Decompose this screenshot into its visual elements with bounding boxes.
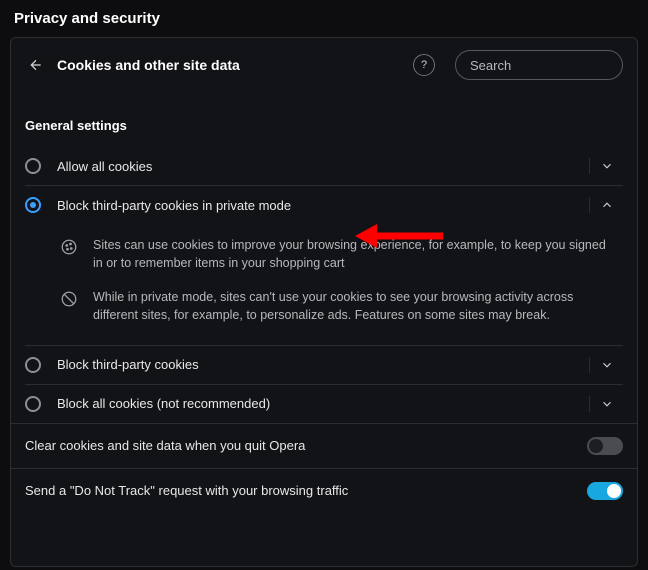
option-block-3p-private[interactable]: Block third-party cookies in private mod… [25,186,623,224]
option-detail: Sites can use cookies to improve your br… [25,224,623,346]
collapse-button[interactable] [589,197,623,213]
radio-allow-all[interactable] [25,158,41,174]
chevron-down-icon [600,159,614,173]
expand-button[interactable] [589,158,623,174]
option-label: Allow all cookies [57,159,581,174]
option-allow-all[interactable]: Allow all cookies [25,147,623,186]
back-button[interactable] [25,54,47,76]
option-label: Block all cookies (not recommended) [57,396,581,411]
chevron-down-icon [600,358,614,372]
option-label: Block third-party cookies in private mod… [57,198,581,213]
panel-title: Cookies and other site data [57,57,240,73]
help-icon: ? [421,59,427,71]
radio-block-all[interactable] [25,396,41,412]
detail-text: Sites can use cookies to improve your br… [93,236,619,272]
settings-panel: Cookies and other site data ? General se… [10,37,638,567]
block-icon [59,290,79,310]
chevron-up-icon [600,198,614,212]
search-input[interactable] [470,58,646,73]
clear-on-quit-toggle[interactable] [587,437,623,455]
radio-block-3p-private[interactable] [25,197,41,213]
do-not-track-toggle[interactable] [587,482,623,500]
chevron-down-icon [600,397,614,411]
expand-button[interactable] [589,357,623,373]
option-block-all[interactable]: Block all cookies (not recommended) [25,385,623,423]
search-box[interactable] [455,50,623,80]
clear-on-quit-row[interactable]: Clear cookies and site data when you qui… [11,423,637,468]
expand-button[interactable] [589,396,623,412]
section-label: General settings [11,92,637,147]
panel-header: Cookies and other site data ? [11,38,637,92]
detail-text: While in private mode, sites can't use y… [93,288,619,324]
cookie-icon [59,238,79,258]
detail-row: While in private mode, sites can't use y… [29,280,623,332]
do-not-track-row[interactable]: Send a "Do Not Track" request with your … [11,468,637,513]
help-button[interactable]: ? [413,54,435,76]
option-block-3p[interactable]: Block third-party cookies [25,346,623,385]
cookie-options: Allow all cookies Block third-party cook… [11,147,637,423]
option-label: Block third-party cookies [57,357,581,372]
arrow-left-icon [28,57,44,73]
switch-label: Send a "Do Not Track" request with your … [25,483,587,498]
radio-block-3p[interactable] [25,357,41,373]
page-title: Privacy and security [0,0,648,37]
detail-row: Sites can use cookies to improve your br… [29,228,623,280]
switch-label: Clear cookies and site data when you qui… [25,438,587,453]
